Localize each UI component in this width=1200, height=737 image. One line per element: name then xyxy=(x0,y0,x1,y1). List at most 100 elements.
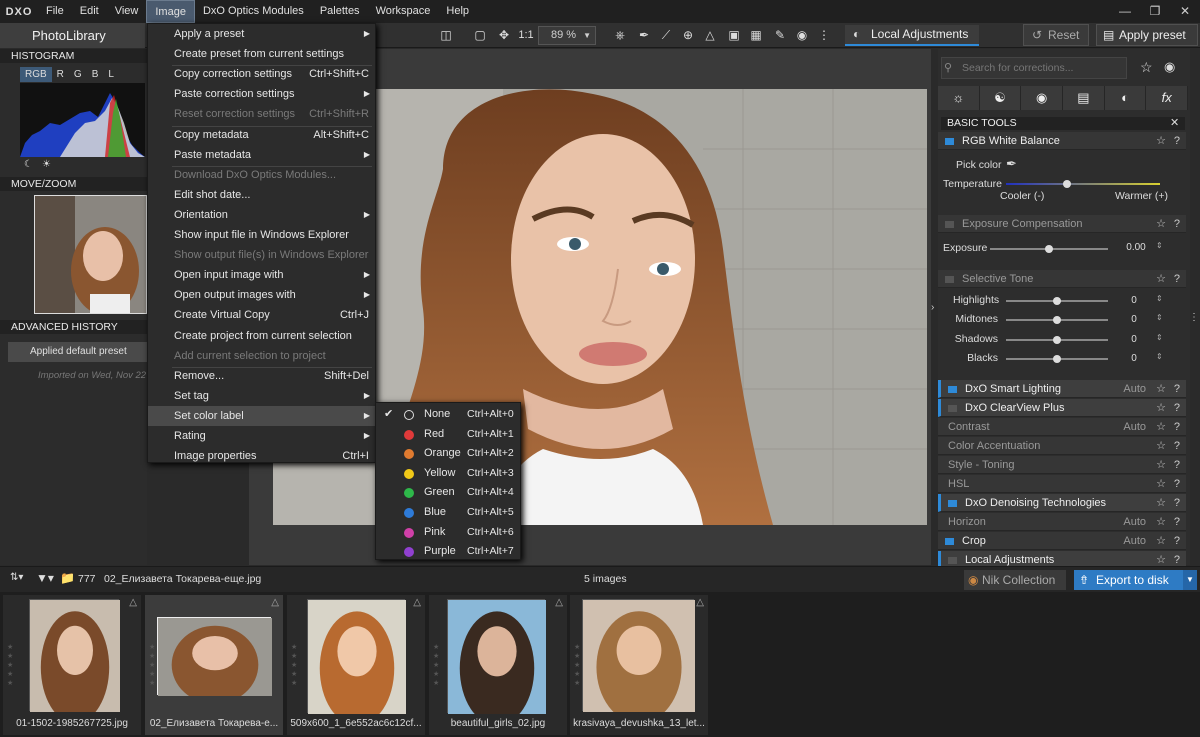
tone-value[interactable]: 0 xyxy=(1114,294,1154,308)
tone-value[interactable]: 0 xyxy=(1114,313,1154,327)
color-label-orange[interactable]: Orange Ctrl+Alt+2 xyxy=(376,444,520,464)
filmstrip-thumbnail[interactable] xyxy=(307,599,406,726)
repair-icon[interactable]: ✎ xyxy=(770,26,790,45)
module-contrast[interactable]: Contrast Auto ☆? xyxy=(938,418,1186,436)
exposure-knob[interactable] xyxy=(1045,245,1053,253)
tone-value[interactable]: 0 xyxy=(1114,333,1154,347)
module-toggle[interactable] xyxy=(948,404,957,412)
image-menu-item-orientation[interactable]: Orientation ▶ xyxy=(148,205,375,225)
image-menu-item-create-virtual-copy[interactable]: Create Virtual Copy Ctrl+J xyxy=(148,305,375,325)
auto-button[interactable]: Auto xyxy=(1123,380,1146,398)
star-icon[interactable]: ☆ xyxy=(1156,380,1166,398)
help-icon[interactable]: ? xyxy=(1174,494,1180,512)
volume-deform-icon[interactable]: △ xyxy=(700,26,720,45)
expand-right-panel-icon[interactable]: › xyxy=(931,302,934,313)
eyedropper-pick-icon[interactable]: ✒ xyxy=(1006,156,1017,172)
move-icon[interactable]: ✥ xyxy=(494,26,514,45)
image-menu-item-create-preset-from-current-settings[interactable]: Create preset from current settings xyxy=(148,44,375,64)
filter-icon[interactable]: ▼▾ xyxy=(36,571,54,585)
help-icon[interactable]: ? xyxy=(1174,456,1180,474)
crop-icon[interactable]: ⎈ xyxy=(610,26,630,45)
module-exposure-compensation[interactable]: Exposure Compensation ☆? xyxy=(938,215,1186,233)
tone-stepper-icon[interactable]: ⇕ xyxy=(1156,352,1163,361)
menu-help[interactable]: Help xyxy=(438,0,477,23)
module-toggle[interactable] xyxy=(948,499,957,507)
image-menu-item-remove[interactable]: Remove... Shift+Del xyxy=(148,366,375,386)
channel-r[interactable]: R xyxy=(52,67,69,82)
image-menu-item-image-properties[interactable]: Image properties Ctrl+I xyxy=(148,446,375,466)
image-menu-item-edit-shot-date[interactable]: Edit shot date... xyxy=(148,185,375,205)
star-icon[interactable]: ☆ xyxy=(1156,399,1166,417)
local-tab-icon[interactable]: ◐ xyxy=(1104,86,1147,110)
image-menu-item-open-input-image-with[interactable]: Open input image with ▶ xyxy=(148,265,375,285)
tab-photolibrary[interactable]: PhotoLibrary xyxy=(0,23,145,48)
image-menu-item-rating[interactable]: Rating ▶ xyxy=(148,426,375,446)
tone-value[interactable]: 0 xyxy=(1114,352,1154,366)
rating-stars[interactable]: ★ ★ ★ ★ ★ xyxy=(574,643,580,688)
history-applied-default[interactable]: Applied default preset xyxy=(8,342,147,362)
help-icon[interactable]: ? xyxy=(1174,215,1180,233)
help-icon[interactable]: ? xyxy=(1174,132,1180,150)
help-icon[interactable]: ? xyxy=(1174,513,1180,531)
export-to-disk-button[interactable]: ⇮ Export to disk ▼ xyxy=(1074,570,1197,590)
module-selective-tone[interactable]: Selective Tone ☆? xyxy=(938,270,1186,288)
rating-stars[interactable]: ★ ★ ★ ★ ★ xyxy=(433,643,439,688)
filmstrip-thumbnail[interactable] xyxy=(157,617,272,704)
channel-rgb[interactable]: RGB xyxy=(20,67,52,82)
module-toggle[interactable] xyxy=(948,385,957,393)
help-icon[interactable]: ? xyxy=(1174,418,1180,436)
tone-stepper-icon[interactable]: ⇕ xyxy=(1156,333,1163,342)
shape-icon[interactable]: ▣ xyxy=(724,26,744,45)
split-view-icon[interactable]: ◫ xyxy=(436,26,456,45)
tone-knob[interactable] xyxy=(1053,335,1061,344)
auto-button[interactable]: Auto xyxy=(1123,513,1146,531)
channel-b[interactable]: B xyxy=(87,67,104,82)
tone-stepper-icon[interactable]: ⇕ xyxy=(1156,313,1163,322)
channel-g[interactable]: G xyxy=(69,67,87,82)
color-label-none[interactable]: ✔ None Ctrl+Alt+0 xyxy=(376,405,520,425)
grid-overlay-icon[interactable]: ⋮ xyxy=(814,26,834,45)
module-dxo-denoising-technologies[interactable]: DxO Denoising Technologies ☆? xyxy=(938,494,1186,512)
module-toggle[interactable] xyxy=(945,537,954,545)
module-style-toning[interactable]: Style - Toning ☆? xyxy=(938,456,1186,474)
help-icon[interactable]: ? xyxy=(1174,380,1180,398)
grid-icon[interactable]: ▦ xyxy=(746,26,766,45)
light-tab-icon[interactable]: ☼ xyxy=(938,86,980,110)
star-icon[interactable]: ☆ xyxy=(1156,475,1166,493)
module-hsl[interactable]: HSL ☆? xyxy=(938,475,1186,493)
color-label-red[interactable]: Red Ctrl+Alt+1 xyxy=(376,425,520,445)
module-dxo-clearview-plus[interactable]: DxO ClearView Plus ☆? xyxy=(938,399,1186,417)
filmstrip-item[interactable]: ★ ★ ★ ★ ★ △ 02_Елизавета Токарева-е... xyxy=(145,595,283,735)
sun-icon[interactable]: ☀ xyxy=(42,159,51,170)
sort-icon[interactable]: ⇅▾ xyxy=(10,572,23,583)
local-adjustments-button[interactable]: ◐ Local Adjustments xyxy=(845,25,979,46)
filmstrip-item[interactable]: ★ ★ ★ ★ ★ △ krasivaya_devushka_13_let... xyxy=(570,595,708,735)
effects-tab-icon[interactable]: fx xyxy=(1146,86,1189,110)
star-icon[interactable]: ☆ xyxy=(1156,418,1166,436)
auto-button[interactable]: Auto xyxy=(1123,532,1146,550)
image-menu-item-copy-metadata[interactable]: Copy metadata Alt+Shift+C xyxy=(148,125,375,145)
help-icon[interactable]: ? xyxy=(1174,475,1180,493)
minimize-icon[interactable]: — xyxy=(1110,0,1140,23)
eye-icon[interactable]: ◉ xyxy=(792,26,812,45)
star-icon[interactable]: ☆ xyxy=(1156,532,1166,550)
image-menu-item-apply-a-preset[interactable]: Apply a preset ▶ xyxy=(148,24,375,44)
zoom-select[interactable]: 89 % ▼ xyxy=(538,26,596,45)
tone-stepper-icon[interactable]: ⇕ xyxy=(1156,294,1163,303)
image-menu-item-set-tag[interactable]: Set tag ▶ xyxy=(148,386,375,406)
image-menu-item-set-color-label[interactable]: Set color label ▶ xyxy=(148,405,375,426)
tone-knob[interactable] xyxy=(1053,297,1061,305)
star-icon[interactable]: ☆ xyxy=(1156,215,1166,233)
module-toggle[interactable] xyxy=(945,137,954,145)
image-menu-item-paste-metadata[interactable]: Paste metadata ▶ xyxy=(148,145,375,165)
filmstrip-item[interactable]: ★ ★ ★ ★ ★ △ beautiful_girls_02.jpg xyxy=(429,595,567,735)
star-icon[interactable]: ☆ xyxy=(1156,494,1166,512)
menu-palettes[interactable]: Palettes xyxy=(312,0,368,23)
star-favorites-icon[interactable]: ☆ xyxy=(1140,59,1153,76)
one-to-one-button[interactable]: 1:1 xyxy=(514,26,538,45)
star-icon[interactable]: ☆ xyxy=(1156,270,1166,288)
filmstrip-thumbnail[interactable] xyxy=(447,599,546,726)
module-crop[interactable]: Crop Auto ☆? xyxy=(938,532,1186,550)
filmstrip-thumbnail[interactable] xyxy=(29,599,120,724)
moon-icon[interactable]: ☾ xyxy=(24,159,33,170)
